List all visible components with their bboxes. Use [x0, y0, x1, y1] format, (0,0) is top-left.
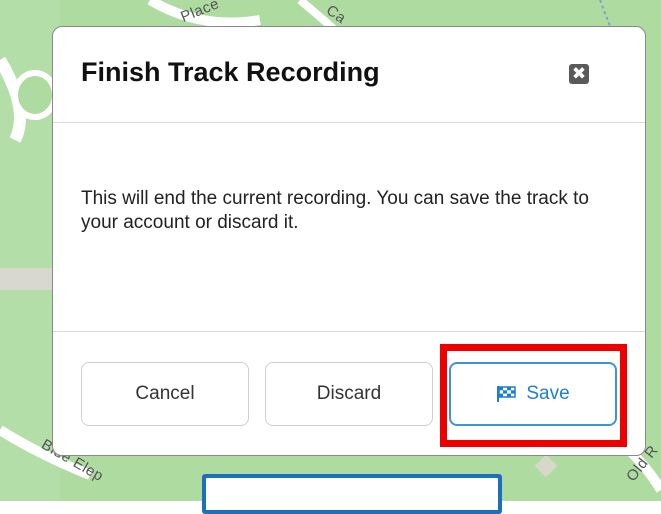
dialog-title: Finish Track Recording [81, 57, 380, 87]
cancel-button[interactable]: Cancel [81, 362, 249, 426]
discard-button[interactable]: Discard [265, 362, 433, 426]
bottom-control[interactable] [202, 474, 502, 514]
save-button[interactable]: Save [449, 362, 617, 426]
dialog-message: This will end the current recording. You… [81, 188, 589, 233]
close-icon[interactable]: ✖ [569, 64, 589, 84]
discard-button-label: Discard [316, 383, 382, 404]
save-button-label: Save [526, 383, 570, 404]
checkered-flag-icon [497, 386, 517, 402]
dialog-footer: Cancel Discard Save [53, 332, 645, 455]
finish-track-dialog: Finish Track Recording ✖ This will end t… [52, 26, 646, 456]
dialog-body: This will end the current recording. You… [53, 123, 645, 332]
dialog-header: Finish Track Recording ✖ [53, 27, 645, 123]
cancel-button-label: Cancel [135, 383, 195, 404]
